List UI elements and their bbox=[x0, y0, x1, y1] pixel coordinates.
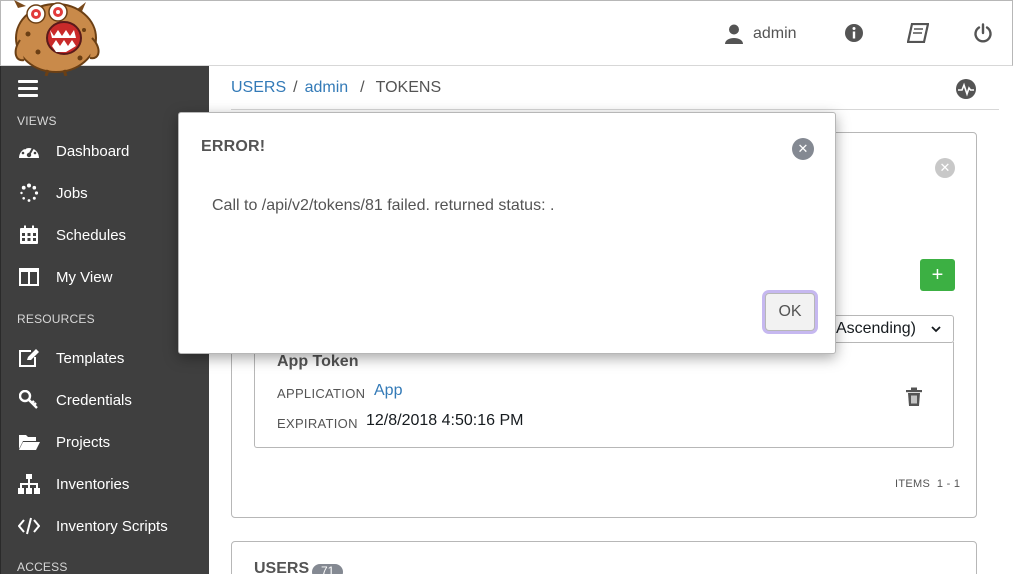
ok-button[interactable]: OK bbox=[765, 293, 815, 331]
error-dialog: ERROR! ✕ Call to /api/v2/tokens/81 faile… bbox=[178, 112, 836, 354]
dialog-close-icon[interactable]: ✕ bbox=[792, 138, 814, 160]
brand-logo[interactable] bbox=[6, 0, 106, 77]
dialog-title: ERROR! bbox=[201, 138, 266, 155]
dialog-message: Call to /api/v2/tokens/81 failed. return… bbox=[212, 197, 555, 214]
